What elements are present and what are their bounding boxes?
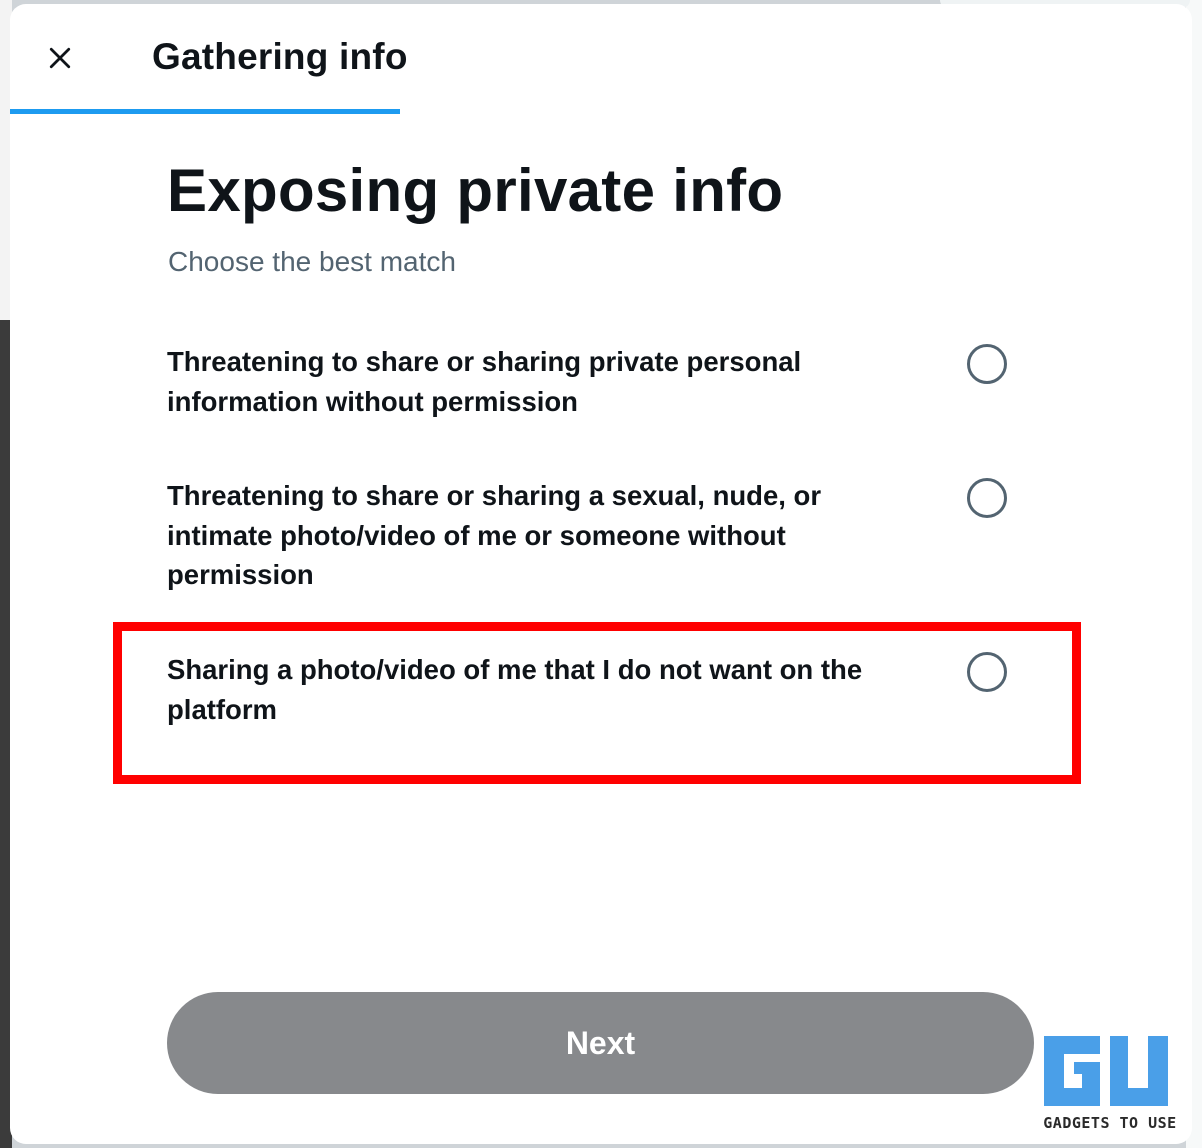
option-label: Threatening to share or sharing private … — [167, 346, 802, 417]
option-label: Threatening to share or sharing a sexual… — [167, 480, 822, 590]
option-intimate-media[interactable]: Threatening to share or sharing a sexual… — [167, 476, 1007, 595]
progress-bar-fill — [10, 109, 401, 114]
radio-unchecked-icon[interactable] — [967, 344, 1007, 384]
dialog-title: Gathering info — [152, 36, 408, 77]
dialog-header: Gathering info — [10, 4, 1192, 114]
radio-unchecked-icon[interactable] — [967, 652, 1007, 692]
option-label: Sharing a photo/video of me that I do no… — [167, 654, 863, 725]
gadgets-to-use-logo: GADGETS TO USE — [1030, 1028, 1190, 1136]
next-button[interactable]: Next — [167, 992, 1034, 1094]
option-private-personal-info[interactable]: Threatening to share or sharing private … — [167, 342, 1007, 421]
close-icon — [49, 47, 71, 69]
page-subheading: Choose the best match — [168, 246, 456, 277]
close-button[interactable] — [38, 36, 82, 80]
watermark-caption: GADGETS TO USE — [1043, 1114, 1177, 1132]
gadgets-to-use-logo-mark — [1044, 1036, 1168, 1106]
page-heading: Exposing private info — [167, 157, 784, 224]
progress-bar — [10, 109, 1192, 114]
option-unwanted-media[interactable]: Sharing a photo/video of me that I do no… — [167, 650, 1007, 729]
report-dialog: Gathering info Exposing private info Cho… — [10, 4, 1192, 1144]
radio-unchecked-icon[interactable] — [967, 478, 1007, 518]
